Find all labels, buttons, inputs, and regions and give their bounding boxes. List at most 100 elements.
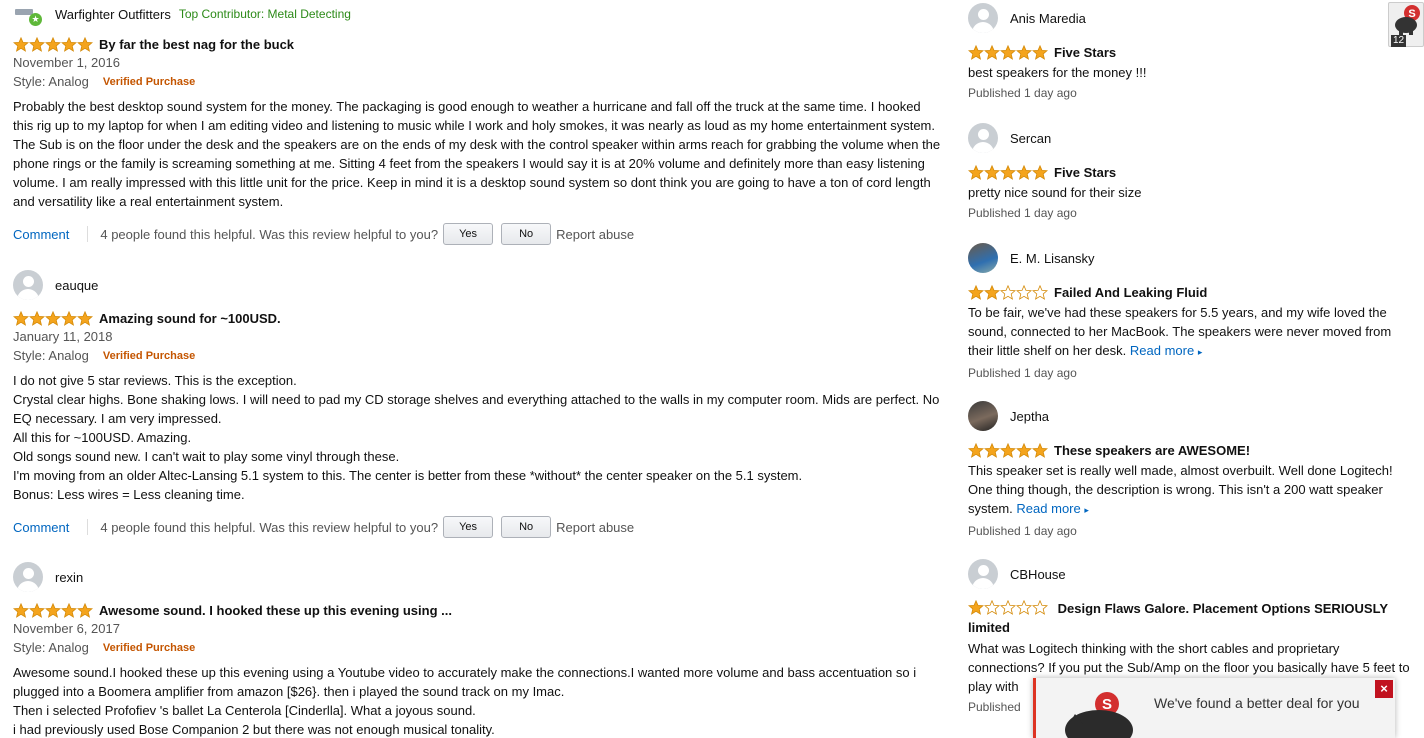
review-style[interactable]: Style: Analog xyxy=(13,74,89,89)
star-full-icon xyxy=(1032,165,1048,180)
review-title[interactable]: By far the best nag for the buck xyxy=(99,37,294,52)
star-rating[interactable] xyxy=(968,285,1048,300)
star-full-icon xyxy=(984,443,1000,458)
review-style[interactable]: Style: Analog xyxy=(13,348,89,363)
star-full-icon xyxy=(13,311,29,326)
comment-link[interactable]: Comment xyxy=(13,520,69,535)
read-more-link[interactable]: Read more ▸ xyxy=(1016,501,1088,516)
star-rating[interactable] xyxy=(968,443,1048,458)
reviewer-name[interactable]: Anis Maredia xyxy=(1010,11,1086,26)
avatar[interactable] xyxy=(968,401,998,431)
review-title[interactable]: These speakers are AWESOME! xyxy=(1054,443,1250,458)
avatar[interactable] xyxy=(968,3,998,33)
published-date: Published 1 day ago xyxy=(968,366,1077,380)
verified-purchase-badge: Verified Purchase xyxy=(102,75,196,88)
helpful-yes-button[interactable]: Yes xyxy=(443,223,494,245)
deal-notification[interactable]: S We've found a better deal for you × xyxy=(1033,678,1395,738)
star-empty-icon xyxy=(1016,285,1032,300)
close-icon[interactable]: × xyxy=(1375,680,1393,698)
review: ★ Warfighter Outfitters Top Contributor:… xyxy=(13,2,943,245)
review-body: To be fair, we've had these speakers for… xyxy=(968,303,1413,362)
divider xyxy=(87,519,89,535)
reviewer-avatar[interactable]: ★ xyxy=(13,1,51,27)
review-body-line: Awesome sound.I hooked these up this eve… xyxy=(13,665,917,699)
star-full-icon xyxy=(1032,45,1048,60)
report-abuse-link[interactable]: Report abuse xyxy=(556,227,634,242)
star-full-icon xyxy=(77,603,93,618)
star-rating[interactable] xyxy=(968,600,1048,615)
read-more-label[interactable]: Read more xyxy=(1016,501,1080,516)
reviewer-name[interactable]: eauque xyxy=(55,278,98,293)
avatar[interactable] xyxy=(968,559,998,589)
reviewer-name[interactable]: Warfighter Outfitters xyxy=(55,7,171,22)
review-body: I do not give 5 star reviews. This is th… xyxy=(13,371,943,504)
star-full-icon xyxy=(13,37,29,52)
star-full-icon xyxy=(984,285,1000,300)
chevron-right-icon: ▸ xyxy=(1084,505,1089,515)
review-body-line: Then i selected Profofiev 's ballet La C… xyxy=(13,703,476,718)
read-more-label[interactable]: Read more xyxy=(1130,343,1194,358)
chevron-right-icon: ▸ xyxy=(1197,347,1203,357)
review-body-line: I do not give 5 star reviews. This is th… xyxy=(13,373,297,388)
side-review: Jeptha These speakers are AWESOME! This … xyxy=(968,401,1413,540)
published-date: Published 1 day ago xyxy=(968,86,1077,100)
star-full-icon xyxy=(29,311,45,326)
reviewer-profile[interactable]: Jeptha xyxy=(968,401,1413,431)
reviewer-profile[interactable]: eauque xyxy=(13,270,943,300)
comment-link[interactable]: Comment xyxy=(13,227,69,242)
star-full-icon xyxy=(61,603,77,618)
helpful-yes-button[interactable]: Yes xyxy=(443,516,494,538)
star-rating[interactable] xyxy=(13,311,93,326)
review-body-line: Probably the best desktop sound system f… xyxy=(13,99,941,209)
reviewer-name[interactable]: Sercan xyxy=(1010,131,1051,146)
reviewer-name[interactable]: CBHouse xyxy=(1010,567,1066,582)
star-full-icon xyxy=(968,600,984,615)
reviewer-name[interactable]: E. M. Lisansky xyxy=(1010,251,1095,266)
extension-button[interactable]: S 12 xyxy=(1388,2,1424,47)
read-more-link[interactable]: Read more ▸ xyxy=(1130,343,1202,358)
star-rating[interactable] xyxy=(13,603,93,618)
avatar[interactable] xyxy=(968,123,998,153)
reviewer-profile[interactable]: CBHouse xyxy=(968,559,1413,589)
reviewer-name[interactable]: rexin xyxy=(55,570,83,585)
review-style[interactable]: Style: Analog xyxy=(13,640,89,655)
star-full-icon xyxy=(968,165,984,180)
review-date: November 1, 2016 xyxy=(13,55,120,70)
review-body: Awesome sound.I hooked these up this eve… xyxy=(13,663,943,738)
reviewer-profile[interactable]: Sercan xyxy=(968,123,1413,153)
review-title[interactable]: Five Stars xyxy=(1054,165,1116,180)
star-full-icon xyxy=(13,603,29,618)
review-title[interactable]: Amazing sound for ~100USD. xyxy=(99,311,281,326)
reviewer-profile[interactable]: E. M. Lisansky xyxy=(968,243,1413,273)
helpful-count: 4 people found this helpful. Was this re… xyxy=(100,519,439,535)
star-rating[interactable] xyxy=(968,45,1048,60)
avatar[interactable] xyxy=(13,270,43,300)
reviewer-profile[interactable]: Anis Maredia xyxy=(968,3,1413,33)
star-rating[interactable] xyxy=(968,165,1048,180)
avatar[interactable] xyxy=(13,562,43,592)
star-full-icon xyxy=(29,603,45,618)
verified-purchase-badge: Verified Purchase xyxy=(102,641,196,654)
review-body: This speaker set is really well made, al… xyxy=(968,461,1413,520)
star-full-icon xyxy=(984,165,1000,180)
avatar[interactable] xyxy=(968,243,998,273)
review-title[interactable]: Five Stars xyxy=(1054,45,1116,60)
reviewer-profile[interactable]: rexin xyxy=(13,562,943,592)
report-abuse-link[interactable]: Report abuse xyxy=(556,520,634,535)
helpful-no-button[interactable]: No xyxy=(501,223,552,245)
star-full-icon xyxy=(1000,45,1016,60)
piggy-bank-icon: S xyxy=(1395,5,1420,35)
review-title[interactable]: Failed And Leaking Fluid xyxy=(1054,285,1207,300)
star-rating[interactable] xyxy=(13,37,93,52)
star-empty-icon xyxy=(1000,285,1016,300)
reviewer-profile[interactable]: ★ Warfighter Outfitters Top Contributor:… xyxy=(3,2,943,26)
review-date: January 11, 2018 xyxy=(13,329,113,344)
review-body-line: Old songs sound new. I can't wait to pla… xyxy=(13,449,400,464)
star-full-icon xyxy=(1016,165,1032,180)
published-date: Published 1 day ago xyxy=(968,206,1077,220)
star-full-icon xyxy=(968,443,984,458)
star-empty-icon xyxy=(1032,600,1048,615)
review-title[interactable]: Awesome sound. I hooked these up this ev… xyxy=(99,603,452,618)
helpful-no-button[interactable]: No xyxy=(501,516,552,538)
reviewer-name[interactable]: Jeptha xyxy=(1010,409,1049,424)
